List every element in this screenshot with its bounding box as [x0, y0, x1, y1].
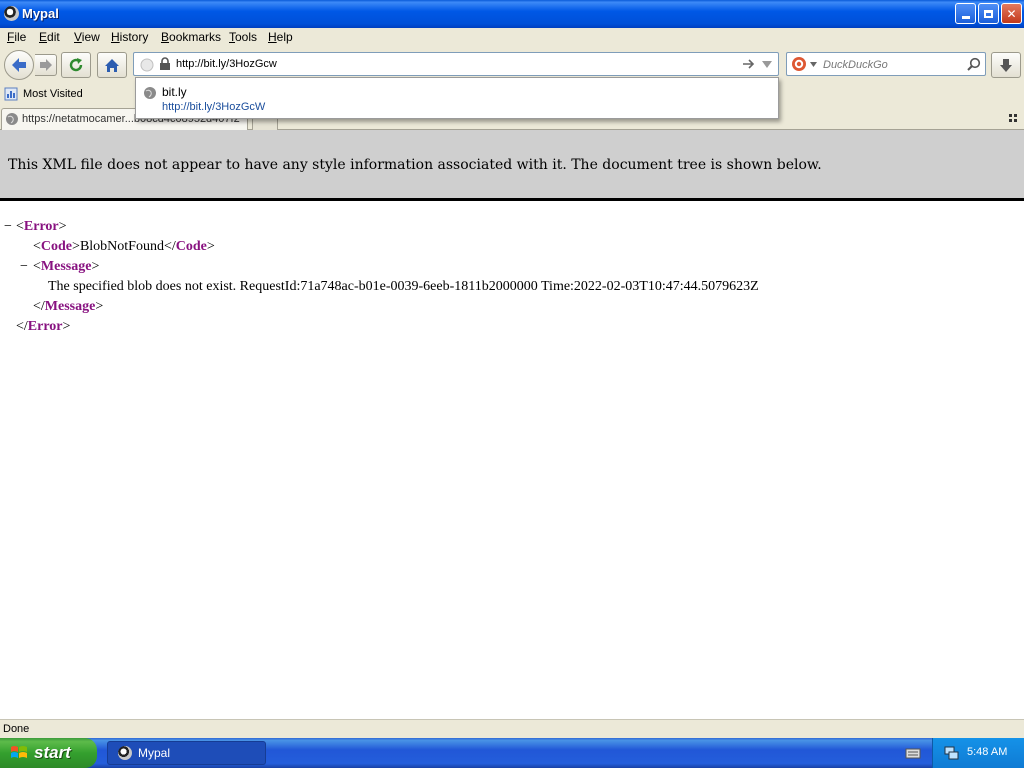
network-tray-icon[interactable]	[943, 745, 959, 761]
tab-grip-icon[interactable]	[1009, 113, 1018, 122]
back-arrow-icon	[12, 58, 26, 72]
autocomplete-suggestion-url[interactable]: http://bit.ly/3HozGcW	[162, 101, 265, 113]
xml-message-close-tag: Message	[44, 299, 96, 314]
start-label: start	[34, 743, 71, 762]
menu-tools[interactable]: Tools	[229, 30, 257, 44]
close-icon: ✕	[1006, 6, 1017, 21]
restore-button[interactable]	[978, 3, 999, 24]
download-arrow-icon	[1000, 58, 1012, 72]
start-button[interactable]: start	[0, 738, 97, 768]
taskbar-mypal-button[interactable]: Mypal	[107, 741, 266, 765]
minimize-button[interactable]	[955, 3, 976, 24]
menu-history[interactable]: History	[111, 30, 148, 44]
menu-edit[interactable]: Edit	[39, 30, 60, 44]
reload-icon	[69, 58, 83, 72]
xml-code-tag: Code	[40, 239, 73, 254]
close-button[interactable]: ✕	[1001, 3, 1022, 24]
most-visited-label: Most Visited	[23, 88, 83, 100]
back-button[interactable]	[4, 50, 34, 80]
mypal-app-icon	[4, 6, 19, 21]
lock-icon	[160, 57, 170, 70]
forward-button[interactable]	[35, 54, 57, 76]
menu-bookmarks[interactable]: Bookmarks	[161, 30, 221, 44]
menu-help[interactable]: Help	[268, 30, 293, 44]
menu-file[interactable]: File	[7, 30, 26, 44]
address-bar[interactable]: http://bit.ly/3HozGcw	[133, 52, 779, 76]
title-bar: Mypal ✕	[0, 0, 1024, 28]
xml-code-value: BlobNotFound	[79, 239, 164, 254]
duckduckgo-icon[interactable]	[791, 56, 807, 72]
most-visited-bookmark[interactable]: Most Visited	[4, 87, 83, 101]
xml-error-close: </Error>	[16, 319, 71, 334]
menu-view[interactable]: View	[74, 30, 100, 44]
collapse-error-toggle[interactable]: −	[4, 219, 12, 235]
xml-style-notice: This XML file does not appear to have an…	[8, 157, 822, 173]
url-autocomplete-popup: bit.ly http://bit.ly/3HozGcW	[135, 77, 779, 119]
mypal-taskbar-icon	[118, 746, 132, 760]
xml-message-value: The specified blob does not exist. Reque…	[48, 279, 759, 294]
restore-icon	[984, 9, 993, 18]
autocomplete-suggestion-title[interactable]: bit.ly	[162, 85, 187, 99]
xml-code-element: <Code>BlobNotFound</Code>	[33, 239, 215, 254]
most-visited-folder-icon	[4, 87, 18, 101]
collapse-message-toggle[interactable]: −	[20, 259, 28, 275]
clock[interactable]: 5:48 AM	[967, 746, 1007, 758]
xml-message-tag: Message	[40, 259, 92, 274]
menu-bar: File Edit View History Bookmarks Tools H…	[0, 28, 1024, 46]
status-bar: Done	[0, 719, 1024, 738]
window-title: Mypal	[22, 6, 59, 21]
downloads-button[interactable]	[991, 52, 1021, 78]
keyboard-tray-icon[interactable]	[905, 746, 921, 763]
globe-favicon-icon	[144, 87, 156, 99]
dropdown-triangle-icon[interactable]	[762, 61, 772, 68]
home-icon	[105, 58, 119, 72]
site-identity-icon[interactable]	[140, 58, 154, 72]
xml-info-header: This XML file does not appear to have an…	[0, 130, 1024, 201]
minimize-icon	[961, 16, 970, 19]
home-button[interactable]	[97, 52, 127, 78]
url-text[interactable]: http://bit.ly/3HozGcw	[176, 58, 277, 70]
search-placeholder[interactable]: DuckDuckGo	[823, 59, 888, 71]
search-engine-dropdown-icon[interactable]	[810, 62, 817, 67]
system-tray: 5:48 AM	[932, 738, 1024, 768]
xml-code-close-tag: Code	[175, 239, 207, 254]
go-arrow-icon[interactable]	[742, 58, 756, 70]
xml-error-close-tag: Error	[27, 319, 63, 334]
taskbar-task-label: Mypal	[138, 746, 171, 760]
windows-logo-icon	[11, 746, 27, 758]
xml-message-close: </Message>	[33, 299, 104, 314]
status-text: Done	[3, 723, 30, 735]
taskbar: start Mypal 5:48 AM	[0, 738, 1024, 768]
xml-error-tag: Error	[23, 219, 59, 234]
globe-favicon-icon	[6, 113, 18, 125]
reload-button[interactable]	[61, 52, 91, 78]
forward-arrow-icon	[39, 59, 52, 71]
xml-message-open: <Message>	[33, 259, 100, 274]
search-bar[interactable]: DuckDuckGo	[786, 52, 986, 76]
xml-error-open: <Error>	[16, 219, 67, 234]
search-magnifier-icon[interactable]	[967, 57, 981, 71]
